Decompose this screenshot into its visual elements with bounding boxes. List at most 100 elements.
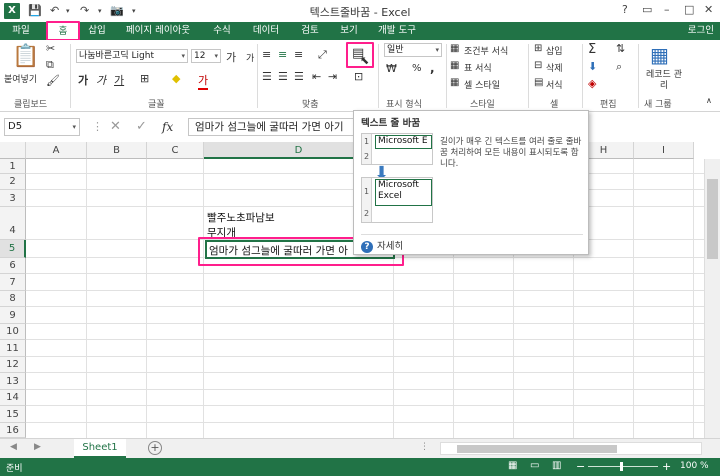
italic-button[interactable]: 가 bbox=[96, 72, 106, 88]
row-header-7[interactable]: 7 bbox=[0, 274, 26, 291]
scroll-left-icon[interactable]: ◀ bbox=[10, 442, 17, 452]
copy-icon[interactable]: ⧉ bbox=[46, 58, 54, 72]
column-header-i[interactable]: I bbox=[634, 142, 694, 159]
formula-input[interactable]: 엄마가 섬그늘에 굴따러 가면 아기 bbox=[188, 118, 356, 136]
align-right-icon[interactable]: ☰ bbox=[294, 70, 304, 83]
insert-cells-icon[interactable]: ⊞ bbox=[534, 43, 542, 54]
format-painter-icon[interactable]: 🖌 bbox=[46, 74, 60, 87]
row-header-5[interactable]: 5 bbox=[0, 240, 26, 258]
tooltip-help-link[interactable]: ? 자세히 bbox=[361, 238, 403, 253]
record-management-icon[interactable]: ▦ bbox=[650, 43, 669, 67]
fill-color-icon[interactable]: ◆ bbox=[172, 72, 180, 85]
close-icon[interactable]: ✕ bbox=[704, 3, 713, 16]
font-name-dropdown[interactable]: 나눔바른고딕 Light ▾ bbox=[76, 49, 188, 63]
sheet-tab-sheet1[interactable]: Sheet1 bbox=[74, 439, 126, 458]
format-as-table-button[interactable]: 표 서식 bbox=[464, 61, 492, 74]
percent-button[interactable]: % bbox=[412, 63, 422, 74]
cell-styles-icon[interactable]: ▦ bbox=[450, 77, 459, 88]
paste-icon[interactable]: 📋 bbox=[12, 44, 39, 69]
row-header-2[interactable]: 2 bbox=[0, 174, 26, 190]
tab-developer[interactable]: 개발 도구 bbox=[372, 22, 422, 40]
number-format-dropdown[interactable]: 일반 ▾ bbox=[384, 43, 442, 57]
row-header-15[interactable]: 15 bbox=[0, 406, 26, 423]
font-size-dropdown[interactable]: 12 ▾ bbox=[191, 49, 221, 63]
tab-page-layout[interactable]: 페이지 레이아웃 bbox=[118, 22, 198, 40]
zoom-slider-track[interactable] bbox=[588, 466, 658, 467]
cell-styles-button[interactable]: 셀 스타일 bbox=[464, 78, 500, 91]
column-header-c[interactable]: C bbox=[147, 142, 204, 159]
delete-cells-icon[interactable]: ⊟ bbox=[534, 60, 542, 71]
tab-data[interactable]: 데이터 bbox=[246, 22, 286, 40]
scroll-thumb[interactable] bbox=[707, 179, 718, 259]
clear-icon[interactable]: ◈ bbox=[588, 77, 596, 90]
zoom-level[interactable]: 100 % bbox=[680, 461, 709, 471]
shrink-font-button[interactable]: 가 bbox=[246, 51, 254, 64]
scroll-right-icon[interactable]: ▶ bbox=[34, 442, 41, 452]
page-break-view-icon[interactable]: ▥ bbox=[552, 460, 561, 471]
row-header-14[interactable]: 14 bbox=[0, 390, 26, 406]
minimize-icon[interactable]: – bbox=[664, 3, 670, 16]
row-header-12[interactable]: 12 bbox=[0, 357, 26, 373]
cancel-icon[interactable]: ✕ bbox=[110, 119, 121, 134]
row-header-3[interactable]: 3 bbox=[0, 190, 26, 207]
format-cells-icon[interactable]: ▤ bbox=[534, 77, 543, 88]
collapse-ribbon-icon[interactable]: ∧ bbox=[706, 96, 712, 105]
enter-icon[interactable]: ✓ bbox=[136, 119, 147, 134]
row-header-6[interactable]: 6 bbox=[0, 258, 26, 274]
zoom-out-button[interactable]: − bbox=[576, 460, 585, 473]
insert-function-button[interactable]: fx bbox=[162, 120, 173, 134]
align-top-icon[interactable]: ≡ bbox=[262, 48, 271, 61]
name-box[interactable]: D5 ▾ bbox=[4, 118, 80, 136]
row-header-4[interactable]: 4 bbox=[0, 207, 26, 240]
increase-indent-icon[interactable]: ⇥ bbox=[328, 70, 337, 83]
font-color-button[interactable]: 가 bbox=[198, 72, 209, 90]
cut-icon[interactable]: ✂ bbox=[46, 42, 55, 55]
tab-review[interactable]: 검토 bbox=[294, 22, 326, 40]
row-header-1[interactable]: 1 bbox=[0, 159, 26, 174]
tab-view[interactable]: 보기 bbox=[334, 22, 364, 40]
borders-icon[interactable]: ⊞ bbox=[140, 72, 149, 85]
find-select-icon[interactable]: ⌕ bbox=[616, 60, 622, 74]
more-options-icon[interactable]: ⋮ bbox=[92, 120, 103, 133]
ribbon-display-icon[interactable]: ▭ bbox=[642, 3, 652, 16]
fill-icon[interactable]: ⬇ bbox=[588, 60, 597, 73]
sort-filter-icon[interactable]: ⇅ bbox=[616, 42, 625, 55]
conditional-format-icon[interactable]: ▦ bbox=[450, 43, 459, 54]
row-header-9[interactable]: 9 bbox=[0, 307, 26, 324]
conditional-format-button[interactable]: 조건부 서식 bbox=[464, 44, 508, 57]
more-tabs-icon[interactable]: ⋮ bbox=[420, 442, 429, 452]
record-management-button[interactable]: 레코드 관리 bbox=[644, 70, 684, 92]
tab-formulas[interactable]: 수식 bbox=[206, 22, 238, 40]
orientation-icon[interactable]: ⤢ bbox=[318, 48, 327, 62]
normal-view-icon[interactable]: ▦ bbox=[508, 460, 517, 471]
tab-insert[interactable]: 삽입 bbox=[82, 22, 112, 40]
bold-button[interactable]: 가 bbox=[78, 72, 88, 88]
align-center-icon[interactable]: ☰ bbox=[278, 70, 288, 83]
maximize-icon[interactable]: □ bbox=[684, 3, 694, 16]
align-bottom-icon[interactable]: ≡ bbox=[294, 48, 303, 61]
underline-button[interactable]: 가 bbox=[114, 72, 124, 88]
decrease-indent-icon[interactable]: ⇤ bbox=[312, 70, 321, 83]
row-header-16[interactable]: 16 bbox=[0, 423, 26, 438]
login-link[interactable]: 로그인 bbox=[688, 22, 714, 40]
paste-button-label[interactable]: 붙여넣기 bbox=[4, 72, 37, 85]
row-header-10[interactable]: 10 bbox=[0, 324, 26, 340]
tooltip-help-label[interactable]: 자세히 bbox=[377, 241, 403, 252]
comma-button[interactable]: , bbox=[430, 61, 435, 75]
delete-cells-button[interactable]: 삭제 bbox=[546, 61, 563, 74]
format-as-table-icon[interactable]: ▦ bbox=[450, 60, 459, 71]
column-header-b[interactable]: B bbox=[87, 142, 147, 159]
vertical-scrollbar[interactable] bbox=[704, 159, 720, 438]
horizontal-scrollbar[interactable] bbox=[440, 442, 702, 455]
format-cells-button[interactable]: 서식 bbox=[546, 78, 563, 91]
help-icon[interactable]: ? bbox=[622, 3, 628, 16]
accounting-format-icon[interactable]: ₩ bbox=[386, 62, 397, 75]
row-header-13[interactable]: 13 bbox=[0, 373, 26, 390]
grow-font-button[interactable]: 가 bbox=[226, 49, 236, 65]
column-header-a[interactable]: A bbox=[26, 142, 87, 159]
align-middle-icon[interactable]: ≡ bbox=[278, 48, 287, 61]
insert-cells-button[interactable]: 삽입 bbox=[546, 44, 563, 57]
page-layout-view-icon[interactable]: ▭ bbox=[530, 460, 539, 471]
zoom-in-button[interactable]: + bbox=[662, 460, 671, 473]
merge-center-icon[interactable]: ⊡ bbox=[354, 70, 363, 83]
